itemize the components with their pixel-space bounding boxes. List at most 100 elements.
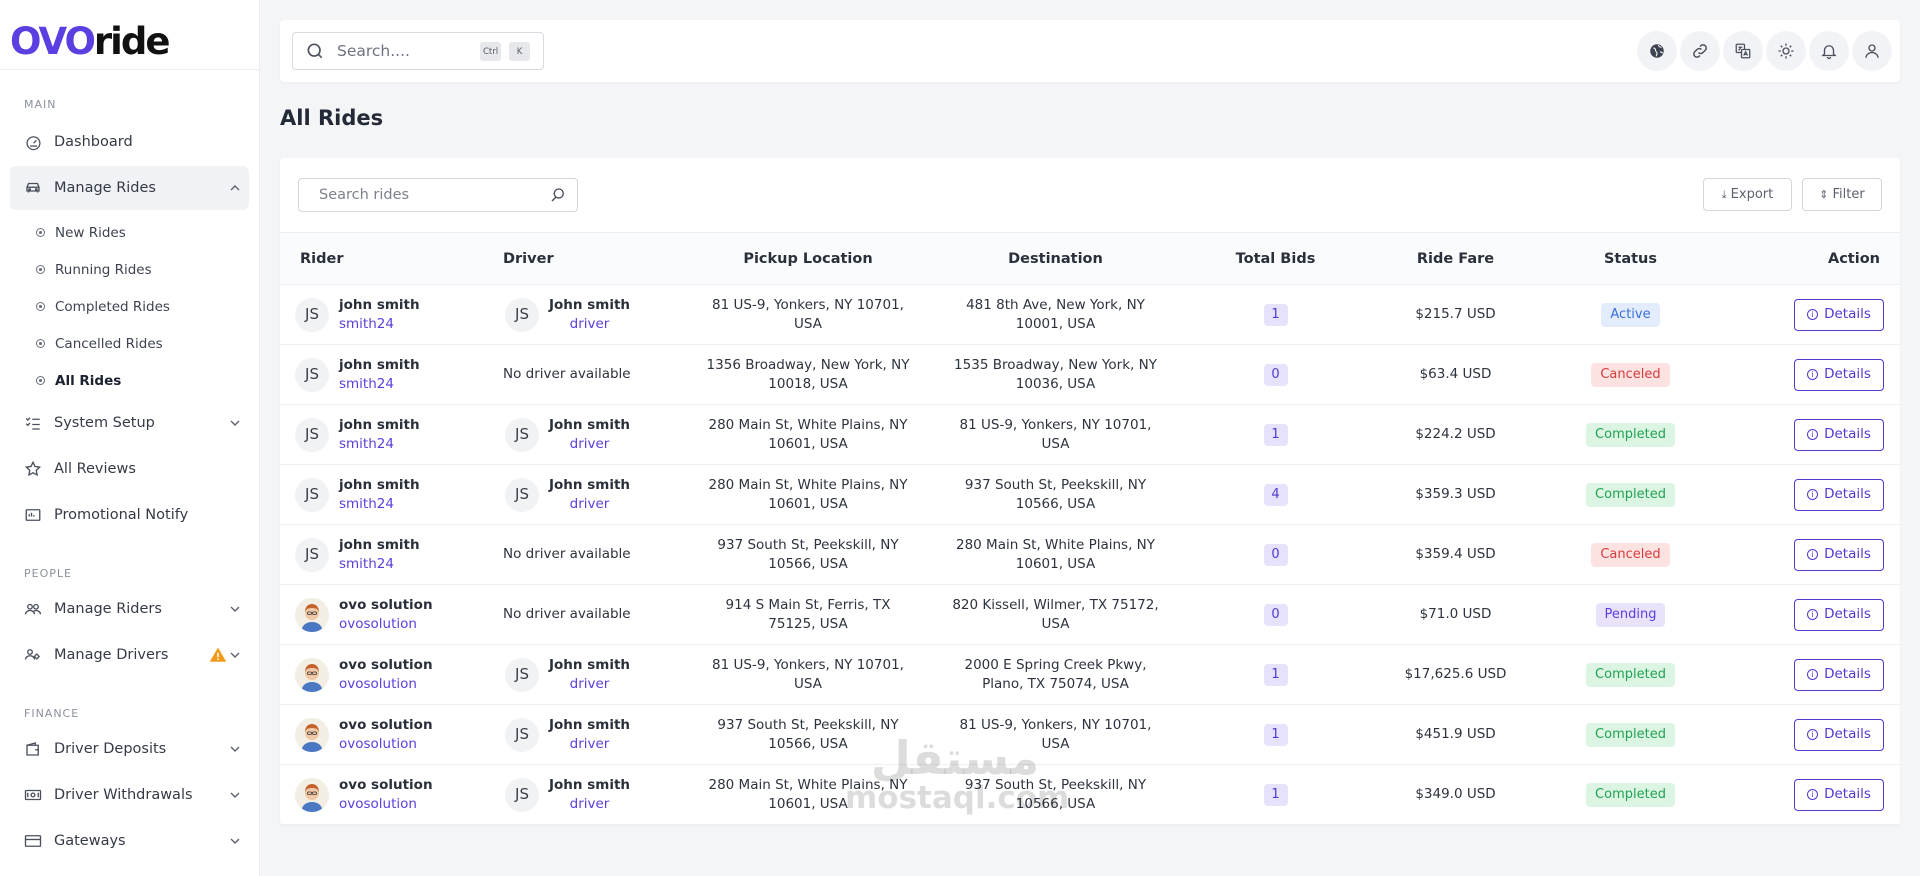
rider-username-link[interactable]: smith24 xyxy=(339,435,420,454)
status-badge: Completed xyxy=(1586,782,1675,807)
rider-name: ovo solution xyxy=(339,656,433,673)
chevron-down-icon xyxy=(230,746,240,752)
search-icon xyxy=(307,43,323,59)
rider-username-link[interactable]: smith24 xyxy=(339,375,420,394)
bullet-icon xyxy=(36,228,45,237)
sidebar-subitem-cancelled-rides[interactable]: Cancelled Rides xyxy=(0,325,259,362)
driver-username-link[interactable]: driver xyxy=(549,315,630,334)
sidebar-subitem-all-rides[interactable]: All Rides xyxy=(0,362,259,399)
status-badge: Canceled xyxy=(1591,362,1670,387)
bullet-icon xyxy=(36,302,45,311)
car-icon xyxy=(24,179,42,197)
destination: 937 South St, Peekskill, NY 10566, USA xyxy=(933,764,1178,825)
column-header-driver[interactable]: Driver xyxy=(493,232,683,285)
driver-username-link[interactable]: driver xyxy=(549,435,630,454)
destination: 280 Main St, White Plains, NY 10601, USA xyxy=(933,524,1178,585)
details-label: Details xyxy=(1824,426,1871,442)
driver-username-link[interactable]: driver xyxy=(549,795,630,814)
driver-cell: JS John smith driver xyxy=(505,416,683,454)
sidebar-item-driver-withdrawals[interactable]: Driver Withdrawals xyxy=(10,773,249,817)
global-search-input[interactable]: Search.... Ctrl K xyxy=(292,32,544,70)
sidebar-item-system-setup[interactable]: System Setup xyxy=(10,401,249,445)
translate-icon[interactable] xyxy=(1723,31,1763,71)
details-button[interactable]: i Details xyxy=(1794,538,1884,571)
rider-username-link[interactable]: smith24 xyxy=(339,315,420,334)
brand-logo[interactable]: OVOride xyxy=(0,0,259,70)
total-bids-badge: 1 xyxy=(1263,303,1288,326)
search-placeholder: Search.... xyxy=(337,42,410,60)
pickup-location: 280 Main St, White Plains, NY 10601, USA xyxy=(683,404,933,465)
notification-card-icon xyxy=(24,506,42,524)
column-header-ride-fare[interactable]: Ride Fare xyxy=(1373,232,1538,285)
sidebar-item-all-reviews[interactable]: All Reviews xyxy=(10,447,249,491)
column-header-status[interactable]: Status xyxy=(1538,232,1723,285)
driver-name: John smith xyxy=(549,656,631,673)
user-icon[interactable] xyxy=(1852,31,1892,71)
details-button[interactable]: i Details xyxy=(1794,658,1884,691)
pickup-location: 937 South St, Peekskill, NY 10566, USA xyxy=(683,704,933,765)
chevron-down-icon xyxy=(230,792,240,798)
column-header-pickup[interactable]: Pickup Location xyxy=(683,232,933,285)
subitem-label: Completed Rides xyxy=(55,298,170,315)
filter-button[interactable]: ⇕ Filter xyxy=(1802,178,1882,211)
pickup-location: 937 South St, Peekskill, NY 10566, USA xyxy=(683,524,933,585)
sidebar-item-dashboard[interactable]: Dashboard xyxy=(10,120,249,164)
bell-icon[interactable] xyxy=(1809,31,1849,71)
rider-username-link[interactable]: smith24 xyxy=(339,495,420,514)
rider-name: john smith xyxy=(339,536,420,553)
sidebar-item-manage-rides[interactable]: Manage Rides xyxy=(10,166,249,210)
sidebar-item-manage-riders[interactable]: Manage Riders xyxy=(10,587,249,631)
details-button[interactable]: i Details xyxy=(1794,358,1884,391)
details-button[interactable]: i Details xyxy=(1794,778,1884,811)
details-button[interactable]: i Details xyxy=(1794,718,1884,751)
details-button[interactable]: i Details xyxy=(1794,598,1884,631)
sidebar-subitem-new-rides[interactable]: New Rides xyxy=(0,214,259,251)
filter-label: Filter xyxy=(1832,187,1865,202)
driver-username-link[interactable]: driver xyxy=(549,495,630,514)
globe-icon[interactable] xyxy=(1637,31,1677,71)
rides-table-body: JS john smith smith24 JS John smith driver 81 … xyxy=(280,284,1900,825)
users-gear-icon xyxy=(24,646,42,664)
rides-search-input[interactable]: Search rides xyxy=(298,178,578,212)
search-icon[interactable] xyxy=(549,186,567,204)
credit-card-icon xyxy=(24,832,42,850)
details-button[interactable]: i Details xyxy=(1794,298,1884,331)
ride-fare: $71.0 USD xyxy=(1373,584,1538,645)
rider-username-link[interactable]: ovosolution xyxy=(339,795,433,814)
sidebar-item-gateways[interactable]: Gateways xyxy=(10,819,249,863)
total-bids-badge: 1 xyxy=(1263,663,1288,686)
export-button[interactable]: ⤓ Export xyxy=(1703,178,1792,211)
column-header-rider[interactable]: Rider xyxy=(280,232,493,285)
sidebar-item-manage-drivers[interactable]: Manage Drivers xyxy=(10,633,249,677)
details-button[interactable]: i Details xyxy=(1794,478,1884,511)
rider-name: john smith xyxy=(339,296,420,313)
driver-cell: JS John smith driver xyxy=(505,296,683,334)
sidebar-subitem-running-rides[interactable]: Running Rides xyxy=(0,251,259,288)
total-bids-badge: 0 xyxy=(1263,363,1288,386)
rider-name: ovo solution xyxy=(339,596,433,613)
driver-username-link[interactable]: driver xyxy=(549,735,630,754)
table-header-row: Rider Driver Pickup Location Destination… xyxy=(280,232,1900,285)
details-button[interactable]: i Details xyxy=(1794,418,1884,451)
details-label: Details xyxy=(1824,786,1871,802)
pickup-location: 280 Main St, White Plains, NY 10601, USA xyxy=(683,464,933,525)
sun-icon[interactable] xyxy=(1766,31,1806,71)
rider-username-link[interactable]: smith24 xyxy=(339,555,420,574)
column-header-total-bids[interactable]: Total Bids xyxy=(1178,232,1373,285)
rider-username-link[interactable]: ovosolution xyxy=(339,735,433,754)
column-header-destination[interactable]: Destination xyxy=(933,232,1178,285)
subitem-label: Running Rides xyxy=(55,261,152,278)
rider-username-link[interactable]: ovosolution xyxy=(339,675,433,694)
driver-avatar: JS xyxy=(505,297,539,332)
ride-fare: $215.7 USD xyxy=(1373,284,1538,345)
sidebar-subitem-completed-rides[interactable]: Completed Rides xyxy=(0,288,259,325)
driver-username-link[interactable]: driver xyxy=(549,675,630,694)
rider-username-link[interactable]: ovosolution xyxy=(339,615,433,634)
sidebar-item-driver-deposits[interactable]: Driver Deposits xyxy=(10,727,249,771)
link-icon[interactable] xyxy=(1680,31,1720,71)
rider-avatar xyxy=(295,657,329,692)
chevron-down-icon xyxy=(230,420,240,426)
table-row: JS john smith smith24 No driver available 13… xyxy=(280,344,1900,405)
destination: 2000 E Spring Creek Pkwy, Plano, TX 7507… xyxy=(933,644,1178,705)
sidebar-item-promotional-notify[interactable]: Promotional Notify xyxy=(10,493,249,537)
